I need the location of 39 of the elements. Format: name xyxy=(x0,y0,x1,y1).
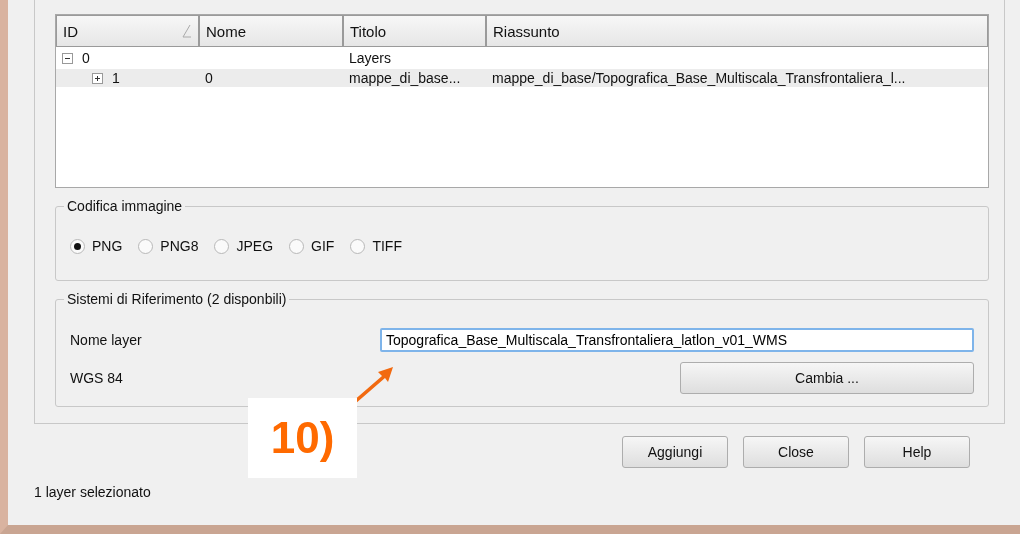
radio-icon[interactable] xyxy=(350,238,366,254)
dialog-button[interactable]: Aggiungi xyxy=(622,436,728,468)
column-header[interactable]: Titolo xyxy=(343,15,486,47)
column-header[interactable]: Nome xyxy=(199,15,343,47)
radio-label: PNG8 xyxy=(160,238,199,254)
radio-icon[interactable] xyxy=(70,238,85,254)
column-header[interactable]: ID xyxy=(56,15,199,47)
radio-label: TIFF xyxy=(372,238,402,254)
radio-label: GIF xyxy=(311,238,335,254)
table-cell-text: Layers xyxy=(348,50,392,66)
table-cell-text: mappe_di_base/Topografica_Base_Multiscala_Transfrontaliera_l... xyxy=(491,70,906,86)
radio-label: JPEG xyxy=(236,238,274,254)
radio-option[interactable]: JPEG xyxy=(214,238,274,254)
table-cell-text: 1 xyxy=(111,70,120,86)
table-row[interactable]: 1 0 mappe_di_base... mappe_di_base/Topografica_Base_Multiscala_Transfrontaliera_l... xyxy=(56,69,988,87)
radio-option[interactable]: PNG8 xyxy=(138,238,199,254)
layer-name-field[interactable]: Topografica_Base_Multiscala_Transfrontaliera_latlon_v01_WMS xyxy=(380,328,974,352)
radio-option[interactable]: GIF xyxy=(289,238,335,254)
radio-label: PNG xyxy=(92,238,123,254)
annotation-label: 10) xyxy=(248,398,357,478)
column-header[interactable]: Riassunto xyxy=(486,15,988,47)
crs-label: WGS 84 xyxy=(70,370,124,386)
change-button[interactable]: Cambia ... xyxy=(680,362,974,394)
dialog-button[interactable]: Help xyxy=(864,436,970,468)
table-cell-text: mappe_di_base... xyxy=(348,70,461,86)
table-cell-text: 0 xyxy=(204,70,213,86)
group-title: Sistemi di Riferimento (2 disponbili) xyxy=(64,291,290,307)
group-title: Codifica immagine xyxy=(64,198,186,214)
radio-icon[interactable] xyxy=(214,238,230,254)
expand-icon[interactable] xyxy=(92,72,103,84)
radio-icon[interactable] xyxy=(289,238,305,254)
collapse-icon[interactable] xyxy=(62,52,73,64)
field-label: Nome layer xyxy=(70,332,143,348)
radio-icon[interactable] xyxy=(138,238,154,254)
dialog-button[interactable]: Close xyxy=(743,436,849,468)
status-text: 1 layer selezionato xyxy=(34,484,151,500)
table-cell-text: 0 xyxy=(81,50,90,66)
radio-option[interactable]: TIFF xyxy=(350,238,402,254)
radio-option[interactable]: PNG xyxy=(70,238,123,254)
